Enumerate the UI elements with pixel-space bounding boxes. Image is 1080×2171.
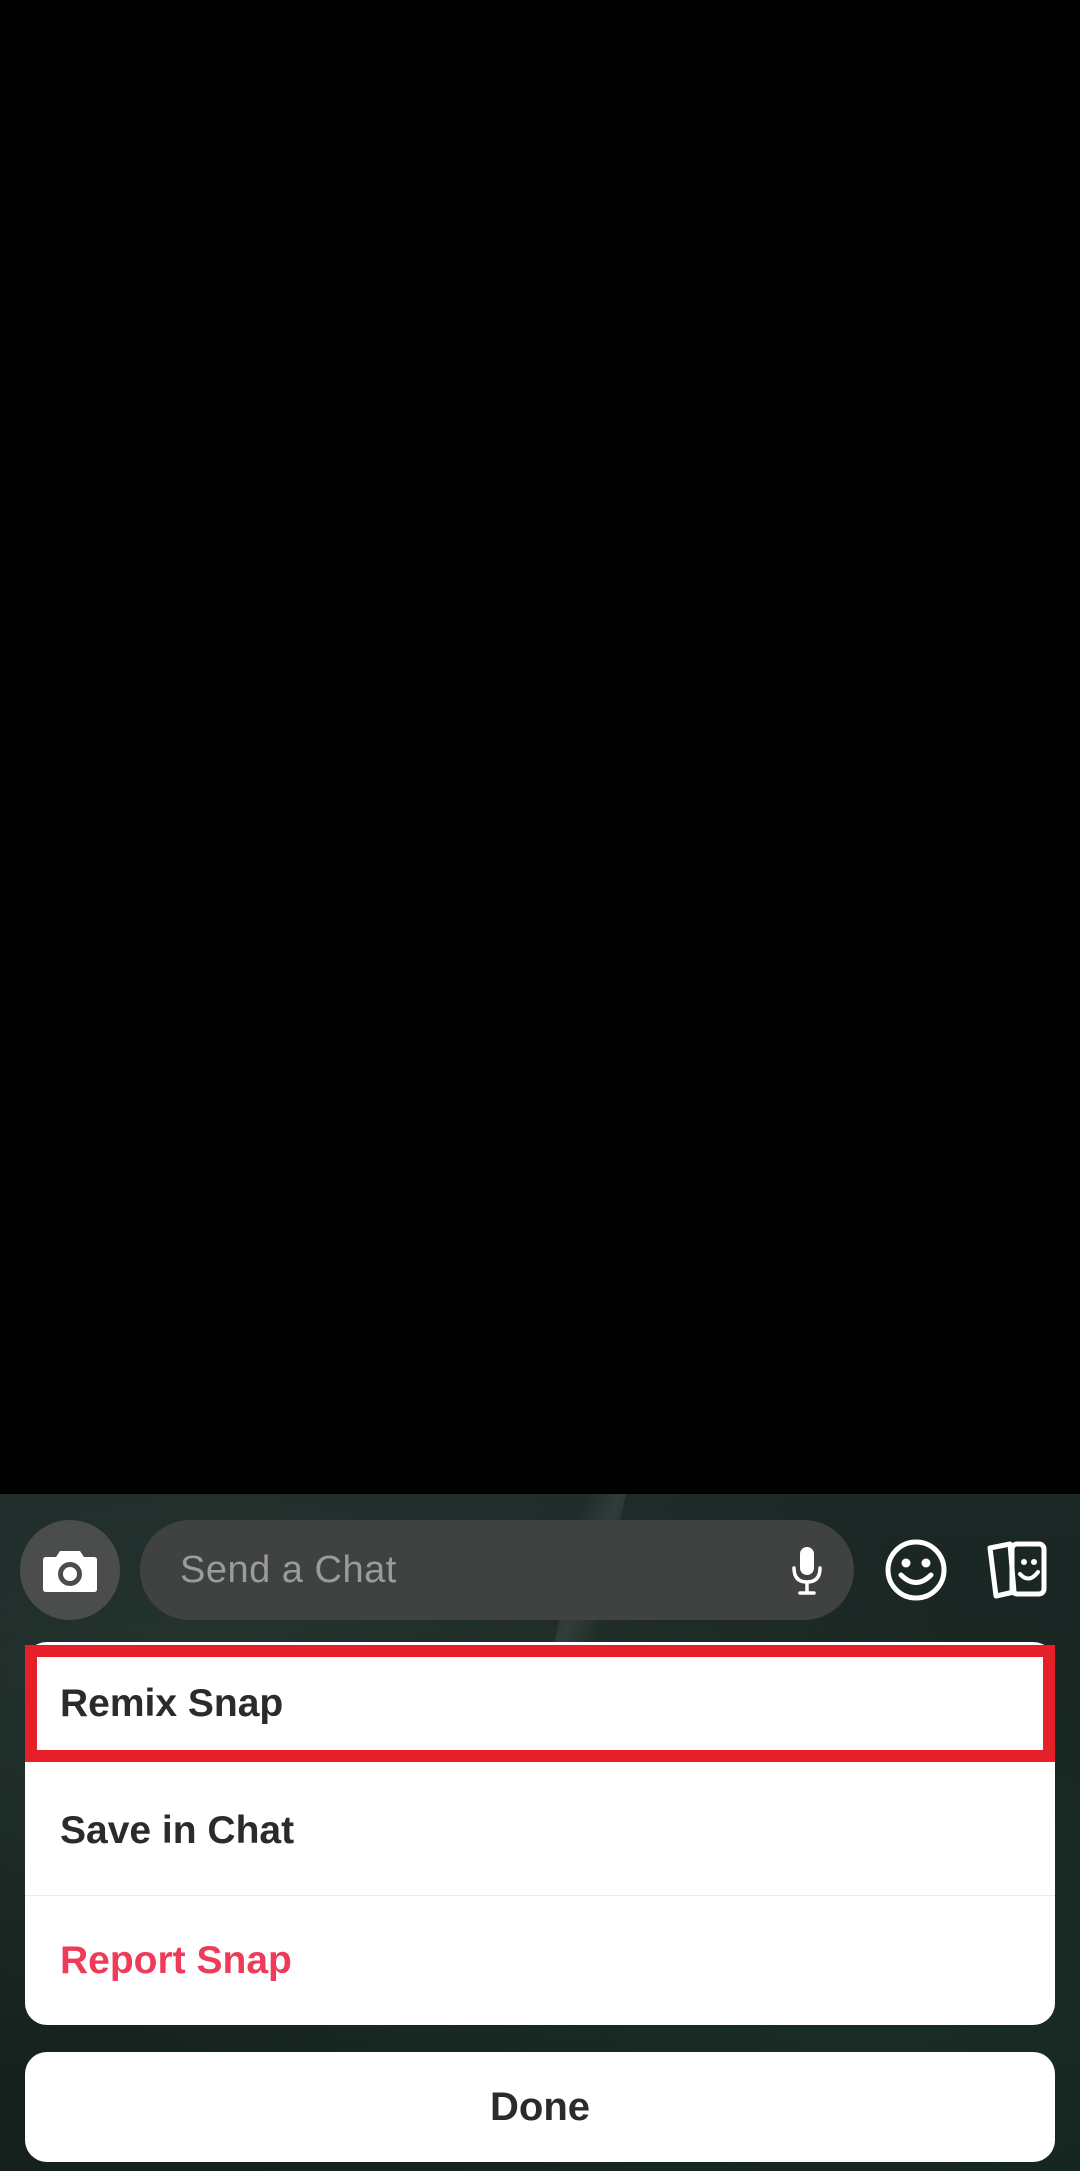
smiley-icon[interactable] [884, 1538, 948, 1602]
chat-input-placeholder: Send a Chat [180, 1548, 397, 1591]
chat-bar: Send a Chat [0, 1520, 1080, 1620]
action-sheet: Remix Snap Save in Chat Report Snap [25, 1642, 1055, 2025]
chat-input[interactable]: Send a Chat [140, 1520, 854, 1620]
camera-icon [43, 1551, 97, 1592]
done-button[interactable]: Done [25, 2052, 1055, 2162]
snap-viewer[interactable] [0, 0, 1080, 1494]
cards-icon[interactable] [984, 1538, 1050, 1602]
remix-snap-option[interactable]: Remix Snap [25, 1642, 1055, 1766]
save-in-chat-option[interactable]: Save in Chat [25, 1766, 1055, 1896]
microphone-icon[interactable] [790, 1546, 824, 1596]
report-snap-option[interactable]: Report Snap [25, 1896, 1055, 2025]
camera-button[interactable] [20, 1520, 120, 1620]
